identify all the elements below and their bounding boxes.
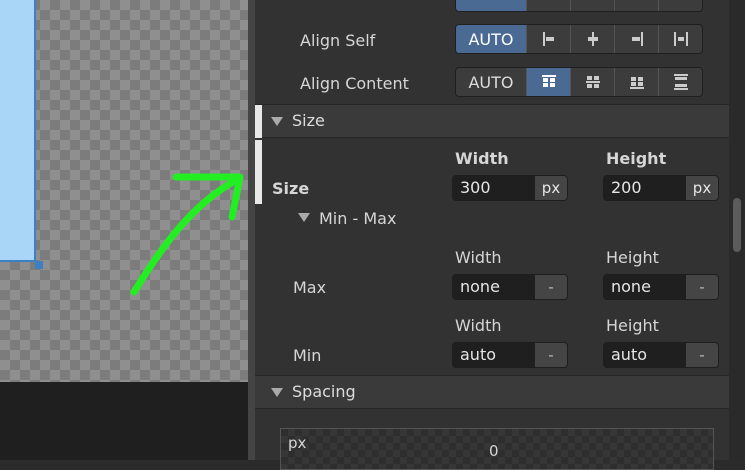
align-self-stretch-button[interactable] (658, 25, 702, 53)
align-self-label: Align Self (300, 31, 376, 50)
max-width-field[interactable]: none - (452, 274, 568, 300)
selected-element[interactable] (0, 0, 36, 262)
width-input[interactable]: 300 (453, 176, 535, 200)
align-start-icon (542, 32, 554, 46)
max-width-input[interactable]: none (453, 275, 535, 299)
align-center-icon (587, 32, 598, 46)
max-height-unit[interactable]: - (686, 275, 718, 299)
max-width-unit[interactable]: - (535, 275, 567, 299)
size-section-title: Size (292, 111, 325, 130)
resize-handle[interactable] (35, 261, 43, 269)
collapse-triangle-icon[interactable] (271, 117, 283, 126)
min-width-unit[interactable]: - (535, 343, 567, 367)
spacing-unit-label: px (288, 434, 307, 452)
annotation-arrow-icon (130, 173, 244, 296)
align-self-end-button[interactable] (614, 25, 658, 53)
max-height-header: Height (606, 248, 659, 267)
align-end-icon (631, 32, 643, 46)
align-content-end-button[interactable] (614, 68, 658, 96)
align-content-segmented[interactable]: AUTO (455, 67, 703, 97)
width-header: Width (455, 149, 509, 168)
spacing-section-header[interactable]: Spacing (255, 375, 729, 409)
min-height-header: Height (606, 316, 659, 335)
justify-segmented-partial[interactable] (455, 0, 703, 12)
panel-splitter[interactable] (248, 0, 255, 460)
max-width-header: Width (455, 248, 502, 267)
minmax-collapse-icon[interactable] (298, 213, 310, 222)
content-start-icon (541, 75, 556, 87)
scrollbar-thumb[interactable] (733, 198, 741, 252)
align-self-segmented[interactable]: AUTO (455, 24, 703, 54)
size-row-marker (255, 140, 262, 204)
align-content-auto-button[interactable]: AUTO (456, 68, 526, 96)
height-input[interactable]: 200 (604, 176, 686, 200)
min-width-header: Width (455, 316, 502, 335)
spacing-section-title: Spacing (292, 382, 356, 401)
content-space-between-icon (673, 74, 688, 90)
align-content-label: Align Content (300, 74, 409, 93)
minmax-title[interactable]: Min - Max (319, 209, 396, 228)
max-height-input[interactable]: none (604, 275, 686, 299)
align-content-center-button[interactable] (570, 68, 614, 96)
min-height-field[interactable]: auto - (603, 342, 719, 368)
content-end-icon (629, 77, 644, 89)
align-self-center-button[interactable] (570, 25, 614, 53)
size-section-header[interactable]: Size (255, 104, 729, 138)
width-field[interactable]: 300 px (452, 175, 568, 201)
align-content-start-button[interactable] (526, 68, 570, 96)
content-center-icon (585, 76, 600, 88)
align-content-between-button[interactable] (658, 68, 702, 96)
height-field[interactable]: 200 px (603, 175, 719, 201)
margin-top-value[interactable]: 0 (489, 442, 499, 460)
align-self-start-button[interactable] (526, 25, 570, 53)
min-height-unit[interactable]: - (686, 343, 718, 367)
canvas-footer (0, 382, 248, 460)
height-header: Height (606, 149, 667, 168)
align-stretch-icon (673, 32, 688, 46)
min-width-input[interactable]: auto (453, 343, 535, 367)
collapse-triangle-icon[interactable] (271, 388, 283, 397)
width-unit[interactable]: px (535, 176, 567, 200)
min-label: Min (293, 346, 322, 365)
height-unit[interactable]: px (686, 176, 718, 200)
max-label: Max (293, 278, 327, 297)
min-height-input[interactable]: auto (604, 343, 686, 367)
size-row-label: Size (272, 179, 310, 198)
max-height-field[interactable]: none - (603, 274, 719, 300)
align-self-auto-button[interactable]: AUTO (456, 25, 526, 53)
min-width-field[interactable]: auto - (452, 342, 568, 368)
section-marker (255, 105, 262, 138)
